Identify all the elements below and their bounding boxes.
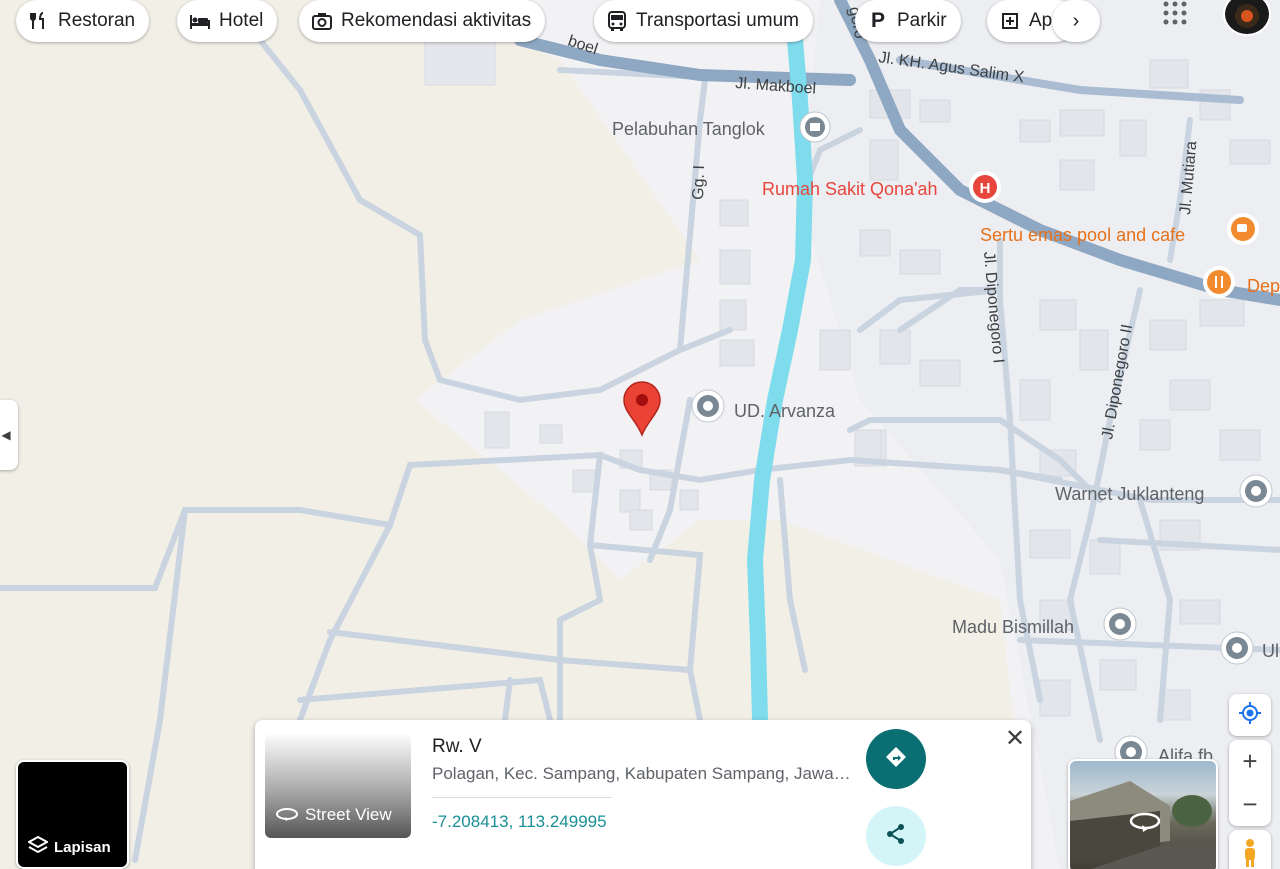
place-info-card: Street View Rw. V Polagan, Kec. Sampang,… [255,720,1031,869]
camera-icon [311,10,333,32]
zoom-in-button[interactable]: + [1229,740,1271,783]
bed-icon [189,10,211,32]
store-marker-icon [691,389,725,423]
share-icon [884,822,908,851]
chip-label: Rekomendasi aktivitas [341,10,532,31]
chip-label: Parkir [897,10,947,31]
chips-next-button[interactable]: › [1052,0,1100,42]
hospital-marker-icon: H [969,171,1001,203]
layers-icon [26,835,50,859]
collapse-panel-button[interactable]: ◀ [0,400,18,470]
layers-label: Lapisan [54,838,111,856]
parking-icon: P [870,9,885,32]
chip-restoran[interactable]: Restoran [16,0,150,42]
place-title: Rw. V [432,736,482,757]
street-view-thumbnail[interactable]: Street View [265,734,411,838]
place-address: Polagan, Kec. Sampang, Kabupaten Sampang… [432,764,852,783]
chevron-left-icon: ◀ [1,428,11,442]
my-location-button[interactable] [1229,694,1271,736]
chip-label: Ap [1029,10,1053,31]
fork-knife-icon [28,10,50,32]
share-button[interactable] [866,806,926,866]
label-rumah-sakit: Rumah Sakit Qona'ah [762,179,938,199]
label-sertu-emas: Sertu emas pool and cafe [980,225,1185,245]
building-icon [999,10,1021,32]
restaurant-marker-icon [1203,266,1235,298]
pegman-icon [1241,838,1259,869]
street-view-label: Street View [305,804,392,824]
chip-label: Transportasi umum [636,10,799,31]
crosshair-icon [1238,701,1262,730]
label-dep: Dep [1247,276,1280,296]
chip-label: Restoran [58,10,136,31]
chip-transportasi-umum[interactable]: Transportasi umum [594,0,813,42]
chip-parkir[interactable]: P Parkir [855,0,961,42]
apps-grid-icon[interactable] [1160,0,1192,28]
place-coordinates[interactable]: -7.208413, 113.249995 [432,812,607,832]
chevron-right-icon: › [1072,9,1080,32]
chip-rekomendasi-aktivitas[interactable]: Rekomendasi aktivitas [299,0,546,42]
street-view-preview[interactable] [1068,759,1218,869]
pegman-button[interactable] [1229,830,1271,869]
label-ul: Ul [1262,641,1279,661]
zoom-controls: + − [1229,740,1271,826]
cafe-marker-icon [1227,213,1259,245]
close-card-button[interactable]: ✕ [1001,724,1029,752]
label-warnet-juklanteng: Warnet Juklanteng [1055,484,1204,504]
directions-icon [884,745,908,774]
museum-marker-icon [799,111,831,143]
directions-button[interactable] [866,729,926,789]
madu-marker-icon [1103,607,1137,641]
chip-label: Hotel [219,10,264,31]
bus-icon [606,10,628,32]
road-label-gg-i: Gg. I [690,165,708,200]
svg-text:H: H [980,180,991,197]
label-madu-bismillah: Madu Bismillah [952,617,1074,637]
chip-hotel[interactable]: Hotel [177,0,278,42]
close-icon: ✕ [1004,724,1026,752]
zoom-out-button[interactable]: − [1229,783,1271,826]
layers-button[interactable]: Lapisan [16,760,129,869]
warnet-marker-icon [1239,474,1273,508]
ul-marker-icon [1220,631,1254,665]
divider [432,797,612,798]
street-view-rotate-icon [275,803,299,826]
label-pelabuhan-tanglok: Pelabuhan Tanglok [612,119,766,139]
label-ud-arvanza: UD. Arvanza [734,401,836,421]
